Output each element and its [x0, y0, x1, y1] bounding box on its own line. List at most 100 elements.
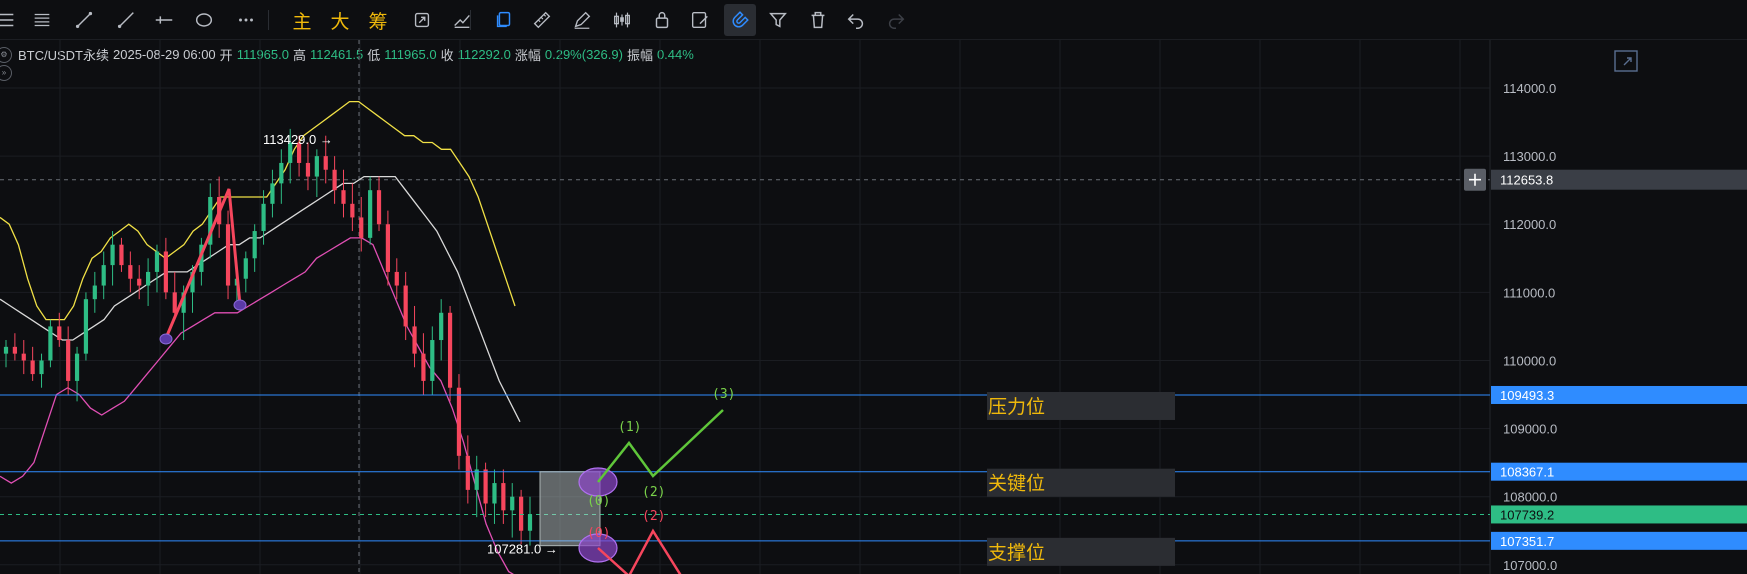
y-tick-label: 109000.0	[1503, 422, 1557, 437]
candle-body	[146, 271, 151, 286]
zone-label: 压力位	[988, 396, 1045, 418]
candle-body	[456, 387, 462, 456]
candles-icon[interactable]	[606, 4, 638, 36]
candle-body	[385, 224, 390, 272]
candle-body	[501, 483, 506, 511]
candle-body	[305, 162, 311, 177]
main-indicator-button[interactable]: 主	[286, 4, 318, 36]
copy-icon[interactable]	[488, 4, 520, 36]
candle-body	[474, 469, 479, 490]
redo-icon[interactable]	[880, 4, 912, 36]
candle-body	[421, 353, 426, 381]
candle-body	[154, 251, 160, 272]
candle-body	[376, 190, 382, 225]
price-chart[interactable]: 114000.0 113000.0 112000.0 111000.0 110000.0…	[0, 40, 1747, 574]
candle-body	[314, 156, 319, 177]
candle-body	[119, 244, 124, 266]
candle-body	[83, 299, 89, 354]
candle-body	[163, 251, 168, 293]
candle-body	[510, 496, 515, 511]
candle-body	[527, 514, 533, 531]
candle-body	[225, 224, 231, 286]
candle-body	[101, 265, 106, 286]
candle-body	[350, 203, 355, 218]
candle-body	[172, 292, 177, 313]
candle-body	[447, 312, 453, 388]
zone-label: 支撑位	[988, 542, 1045, 564]
candle-body	[492, 483, 497, 504]
magnet-icon[interactable]	[724, 4, 756, 36]
y-tick-label: 111000.0	[1503, 285, 1555, 300]
candle-body	[483, 469, 488, 504]
candle-body	[66, 340, 71, 381]
candle-body	[465, 455, 470, 490]
trendline-icon[interactable]	[68, 4, 100, 36]
trend-point-marker	[159, 333, 173, 345]
more-icon[interactable]	[230, 4, 262, 36]
candle-body	[48, 326, 53, 361]
candle-body	[57, 326, 62, 341]
price-tag-text: 108367.1	[1500, 465, 1554, 480]
candle-body	[39, 360, 44, 375]
ruler-icon[interactable]	[526, 4, 558, 36]
drawing-toolbar: 主大筹	[0, 0, 1747, 40]
candle-body	[3, 346, 9, 354]
wave-label-green: (1)	[618, 420, 641, 435]
lock-icon[interactable]	[646, 4, 678, 36]
trash-icon[interactable]	[802, 4, 834, 36]
candle-body	[412, 326, 417, 354]
filter-icon[interactable]	[762, 4, 794, 36]
hlines-icon[interactable]	[26, 4, 58, 36]
zone-label: 关键位	[988, 473, 1045, 495]
replay-icon[interactable]	[406, 4, 438, 36]
undo-icon[interactable]	[840, 4, 872, 36]
big-button[interactable]: 大	[324, 4, 356, 36]
wave-label-red: (2)	[642, 509, 665, 524]
candle-body	[519, 496, 524, 531]
menu-icon[interactable]	[0, 4, 22, 36]
wave-label-red: (0)	[587, 526, 610, 541]
high-annotation: 113429.0 →	[263, 132, 333, 147]
measure-icon[interactable]	[446, 4, 478, 36]
candle-body	[359, 217, 364, 238]
candle-body	[243, 258, 248, 279]
chip-button[interactable]: 筹	[362, 4, 394, 36]
crosshair-line-icon[interactable]	[148, 4, 180, 36]
y-tick-label: 114000.0	[1503, 81, 1556, 96]
candle-body	[394, 271, 399, 286]
y-tick-label: 112000.0	[1503, 217, 1556, 232]
pencil-icon[interactable]	[566, 4, 598, 36]
candle-body	[74, 353, 80, 381]
wave-label-green: (2)	[642, 485, 665, 500]
candle-body	[137, 278, 142, 286]
price-tag-text: 107351.7	[1500, 534, 1554, 549]
candle-body	[92, 285, 97, 300]
candle-body	[279, 162, 284, 184]
candle-body	[128, 265, 133, 279]
candle-body	[323, 156, 328, 170]
ray-icon[interactable]	[110, 4, 142, 36]
trend-point-marker	[233, 299, 247, 311]
ellipse-icon[interactable]	[188, 4, 220, 36]
crosshair-price-text: 112653.8	[1500, 173, 1553, 188]
wave-label-green: (3)	[712, 387, 735, 402]
fullscreen-icon	[1614, 50, 1638, 72]
candle-body	[110, 244, 115, 266]
y-tick-label: 110000.0	[1503, 353, 1556, 368]
candle-body	[368, 190, 373, 238]
candle-body	[430, 340, 435, 381]
candle-body	[332, 169, 337, 191]
edit-icon[interactable]	[684, 4, 716, 36]
wave-label-green: (0)	[587, 494, 610, 509]
y-tick-label: 113000.0	[1503, 149, 1556, 164]
price-tag-text: 107739.2	[1500, 507, 1554, 522]
candle-body	[21, 353, 26, 361]
candle-body	[30, 360, 35, 375]
y-tick-label: 107000.0	[1503, 558, 1557, 573]
candle-body	[341, 190, 346, 204]
candle-body	[403, 285, 408, 327]
candle-body	[270, 183, 275, 204]
bollinger-upper-band	[0, 100, 516, 321]
price-tag-text: 109493.3	[1500, 388, 1554, 403]
candle-body	[439, 312, 444, 341]
